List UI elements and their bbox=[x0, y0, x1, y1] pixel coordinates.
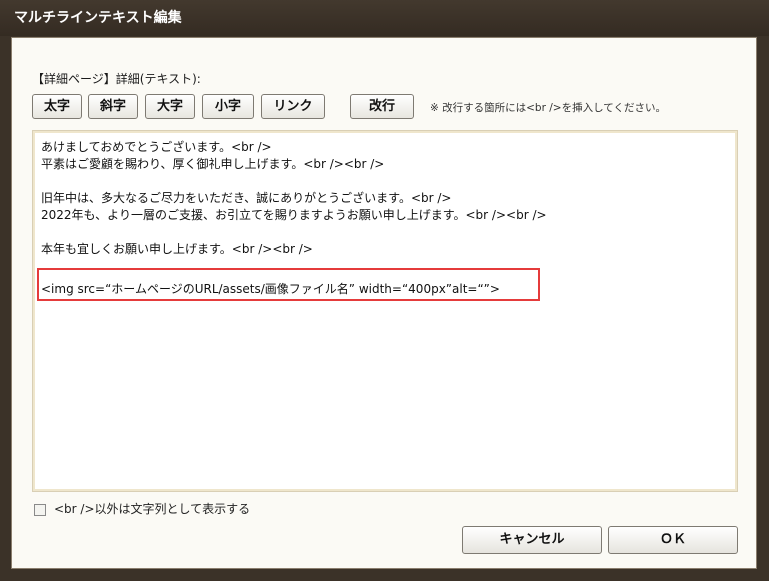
checkbox-label: <br />以外は文字列として表示する bbox=[54, 502, 251, 516]
editor-line: 旧年中は、多大なるご尽力をいただき、誠にありがとうございます。<br /> bbox=[41, 191, 452, 205]
dialog-panel: 【詳細ページ】詳細(テキスト): 太字 斜字 大字 小字 リンク 改行 ※ 改行… bbox=[11, 37, 757, 569]
highlight-box bbox=[37, 268, 540, 301]
checkbox[interactable] bbox=[34, 503, 46, 516]
newline-button[interactable]: 改行 bbox=[350, 94, 414, 119]
link-button[interactable]: リンク bbox=[261, 94, 325, 119]
editor-line: 2022年も、より一層のご支援、お引立てを賜りますようお願い申し上げます。<br… bbox=[41, 208, 547, 222]
ok-button[interactable]: ＯＫ bbox=[608, 526, 738, 554]
small-text-button[interactable]: 小字 bbox=[202, 94, 254, 119]
plain-text-option[interactable]: <br />以外は文字列として表示する bbox=[34, 500, 250, 517]
editor-line: 本年も宜しくお願い申し上げます。<br /><br /> bbox=[41, 242, 313, 256]
newline-hint: ※ 改行する箇所には<br />を挿入してください。 bbox=[430, 102, 666, 114]
multiline-text-edit-dialog: マルチラインテキスト編集 【詳細ページ】詳細(テキスト): 太字 斜字 大字 小… bbox=[0, 0, 769, 581]
dialog-title: マルチラインテキスト編集 bbox=[0, 0, 769, 36]
italic-button[interactable]: 斜字 bbox=[88, 94, 138, 119]
bold-button[interactable]: 太字 bbox=[32, 94, 82, 119]
text-editor[interactable]: あけましておめでとうございます。<br /> 平素はご愛顧を賜わり、厚く御礼申し… bbox=[32, 130, 738, 492]
field-label: 【詳細ページ】詳細(テキスト): bbox=[32, 72, 201, 86]
editor-line: 平素はご愛顧を賜わり、厚く御礼申し上げます。<br /><br /> bbox=[41, 157, 385, 171]
large-text-button[interactable]: 大字 bbox=[145, 94, 195, 119]
cancel-button[interactable]: キャンセル bbox=[462, 526, 602, 554]
editor-line: あけましておめでとうございます。<br /> bbox=[41, 140, 272, 154]
